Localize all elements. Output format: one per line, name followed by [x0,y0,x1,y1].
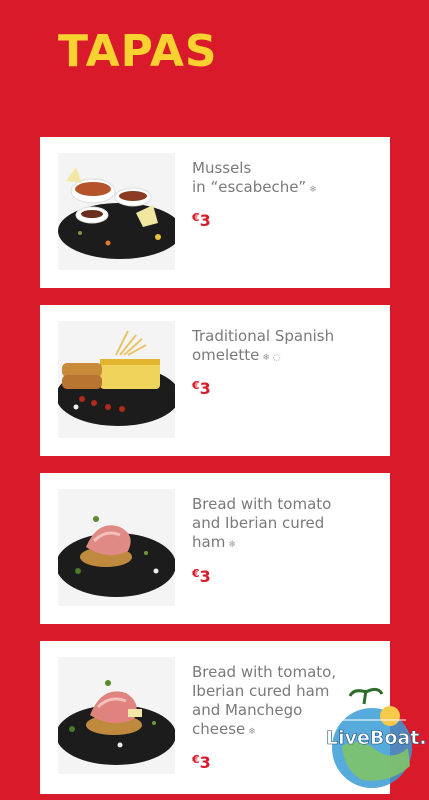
liveboat-logo: LiveBoat.it [320,686,429,796]
frozen-icon: ❄ [309,185,317,195]
menu-item-name: Mussels in “escabeche” ❄ [192,159,317,196]
menu-item-card[interactable]: Mussels in “escabeche” ❄ €3 [40,137,390,288]
menu-item-price: €3 [192,753,211,772]
watermark-text: LiveBoat.it [326,727,425,749]
page-title: TAPAS [58,26,218,77]
omelette-dish-photo [58,321,175,438]
frozen-icon: ❄ ◌ [262,353,281,363]
mussels-dish-photo [58,153,175,270]
frozen-icon: ❄ [228,540,236,550]
menu-item-card[interactable]: Bread with tomato and Iberian cured ham ❄… [40,473,390,624]
bread-ham-dish-photo [58,489,175,606]
menu-item-name: Traditional Spanish omelette ❄ ◌ [192,327,335,364]
menu-item-name: Bread with tomato and Iberian cured ham ❄ [192,495,332,551]
menu-item-price: €3 [192,379,211,398]
frozen-icon: ❄ [248,727,256,737]
menu-item-price: €3 [192,211,211,230]
bread-ham-cheese-dish-photo [58,657,175,774]
menu-item-card[interactable]: Traditional Spanish omelette ❄ ◌ €3 [40,305,390,456]
menu-item-price: €3 [192,567,211,586]
